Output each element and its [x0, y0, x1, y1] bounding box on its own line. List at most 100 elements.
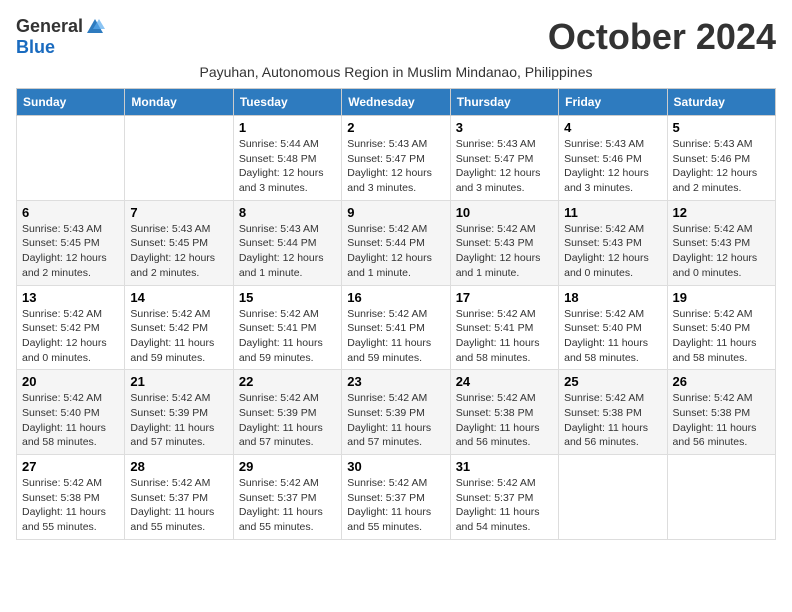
day-number: 19 — [673, 290, 770, 305]
day-info: Sunrise: 5:42 AM Sunset: 5:38 PM Dayligh… — [673, 391, 770, 450]
dow-header-saturday: Saturday — [667, 89, 775, 116]
dow-header-sunday: Sunday — [17, 89, 125, 116]
day-info: Sunrise: 5:42 AM Sunset: 5:40 PM Dayligh… — [673, 307, 770, 366]
subtitle: Payuhan, Autonomous Region in Muslim Min… — [16, 64, 776, 80]
day-number: 1 — [239, 120, 336, 135]
day-info: Sunrise: 5:42 AM Sunset: 5:37 PM Dayligh… — [347, 476, 444, 535]
day-number: 14 — [130, 290, 227, 305]
day-info: Sunrise: 5:43 AM Sunset: 5:46 PM Dayligh… — [673, 137, 770, 196]
day-number: 15 — [239, 290, 336, 305]
calendar-cell: 21 Sunrise: 5:42 AM Sunset: 5:39 PM Dayli… — [125, 370, 233, 455]
day-info: Sunrise: 5:42 AM Sunset: 5:41 PM Dayligh… — [347, 307, 444, 366]
dow-header-tuesday: Tuesday — [233, 89, 341, 116]
calendar-cell — [559, 455, 667, 540]
day-number: 24 — [456, 374, 553, 389]
day-info: Sunrise: 5:44 AM Sunset: 5:48 PM Dayligh… — [239, 137, 336, 196]
day-number: 20 — [22, 374, 119, 389]
day-number: 11 — [564, 205, 661, 220]
calendar-cell: 26 Sunrise: 5:42 AM Sunset: 5:38 PM Dayli… — [667, 370, 775, 455]
calendar-cell: 19 Sunrise: 5:42 AM Sunset: 5:40 PM Dayli… — [667, 285, 775, 370]
day-info: Sunrise: 5:43 AM Sunset: 5:47 PM Dayligh… — [456, 137, 553, 196]
day-number: 23 — [347, 374, 444, 389]
dow-header-friday: Friday — [559, 89, 667, 116]
calendar-cell: 4Sunrise: 5:43 AM Sunset: 5:46 PM Daylig… — [559, 116, 667, 201]
day-info: Sunrise: 5:42 AM Sunset: 5:37 PM Dayligh… — [239, 476, 336, 535]
calendar-cell: 2 Sunrise: 5:43 AM Sunset: 5:47 PM Daylig… — [342, 116, 450, 201]
day-number: 30 — [347, 459, 444, 474]
calendar: SundayMondayTuesdayWednesdayThursdayFrid… — [16, 88, 776, 540]
day-info: Sunrise: 5:42 AM Sunset: 5:38 PM Dayligh… — [456, 391, 553, 450]
calendar-cell: 6 Sunrise: 5:43 AM Sunset: 5:45 PM Daylig… — [17, 200, 125, 285]
day-number: 28 — [130, 459, 227, 474]
day-number: 26 — [673, 374, 770, 389]
day-info: Sunrise: 5:42 AM Sunset: 5:40 PM Dayligh… — [22, 391, 119, 450]
calendar-cell: 14 Sunrise: 5:42 AM Sunset: 5:42 PM Dayli… — [125, 285, 233, 370]
dow-header-wednesday: Wednesday — [342, 89, 450, 116]
calendar-cell: 27 Sunrise: 5:42 AM Sunset: 5:38 PM Dayli… — [17, 455, 125, 540]
day-info: Sunrise: 5:42 AM Sunset: 5:42 PM Dayligh… — [22, 307, 119, 366]
calendar-cell: 20 Sunrise: 5:42 AM Sunset: 5:40 PM Dayli… — [17, 370, 125, 455]
day-info: Sunrise: 5:42 AM Sunset: 5:37 PM Dayligh… — [130, 476, 227, 535]
day-number: 8 — [239, 205, 336, 220]
day-info: Sunrise: 5:42 AM Sunset: 5:42 PM Dayligh… — [130, 307, 227, 366]
calendar-cell: 12 Sunrise: 5:42 AM Sunset: 5:43 PM Dayli… — [667, 200, 775, 285]
day-info: Sunrise: 5:43 AM Sunset: 5:46 PM Dayligh… — [564, 137, 661, 196]
calendar-cell: 10 Sunrise: 5:42 AM Sunset: 5:43 PM Dayli… — [450, 200, 558, 285]
calendar-cell: 13 Sunrise: 5:42 AM Sunset: 5:42 PM Dayli… — [17, 285, 125, 370]
logo-blue: Blue — [16, 37, 55, 58]
calendar-cell — [17, 116, 125, 201]
day-number: 9 — [347, 205, 444, 220]
day-number: 21 — [130, 374, 227, 389]
calendar-cell: 16Sunrise: 5:42 AM Sunset: 5:41 PM Dayli… — [342, 285, 450, 370]
calendar-cell: 17 Sunrise: 5:42 AM Sunset: 5:41 PM Dayli… — [450, 285, 558, 370]
day-info: Sunrise: 5:42 AM Sunset: 5:38 PM Dayligh… — [564, 391, 661, 450]
day-info: Sunrise: 5:43 AM Sunset: 5:44 PM Dayligh… — [239, 222, 336, 281]
day-info: Sunrise: 5:42 AM Sunset: 5:43 PM Dayligh… — [673, 222, 770, 281]
calendar-cell: 9 Sunrise: 5:42 AM Sunset: 5:44 PM Daylig… — [342, 200, 450, 285]
day-number: 5 — [673, 120, 770, 135]
day-info: Sunrise: 5:42 AM Sunset: 5:43 PM Dayligh… — [456, 222, 553, 281]
day-number: 27 — [22, 459, 119, 474]
calendar-cell — [125, 116, 233, 201]
calendar-cell: 8 Sunrise: 5:43 AM Sunset: 5:44 PM Daylig… — [233, 200, 341, 285]
day-number: 13 — [22, 290, 119, 305]
calendar-cell: 1 Sunrise: 5:44 AM Sunset: 5:48 PM Daylig… — [233, 116, 341, 201]
day-info: Sunrise: 5:43 AM Sunset: 5:45 PM Dayligh… — [22, 222, 119, 281]
day-info: Sunrise: 5:42 AM Sunset: 5:39 PM Dayligh… — [130, 391, 227, 450]
day-info: Sunrise: 5:43 AM Sunset: 5:45 PM Dayligh… — [130, 222, 227, 281]
day-number: 3 — [456, 120, 553, 135]
day-info: Sunrise: 5:42 AM Sunset: 5:41 PM Dayligh… — [456, 307, 553, 366]
dow-header-thursday: Thursday — [450, 89, 558, 116]
day-number: 6 — [22, 205, 119, 220]
day-number: 25 — [564, 374, 661, 389]
day-number: 12 — [673, 205, 770, 220]
day-number: 10 — [456, 205, 553, 220]
calendar-cell: 3 Sunrise: 5:43 AM Sunset: 5:47 PM Daylig… — [450, 116, 558, 201]
logo: General Blue — [16, 16, 105, 58]
calendar-cell: 30 Sunrise: 5:42 AM Sunset: 5:37 PM Dayli… — [342, 455, 450, 540]
day-number: 29 — [239, 459, 336, 474]
day-info: Sunrise: 5:42 AM Sunset: 5:37 PM Dayligh… — [456, 476, 553, 535]
calendar-cell: 25 Sunrise: 5:42 AM Sunset: 5:38 PM Dayli… — [559, 370, 667, 455]
calendar-cell: 15 Sunrise: 5:42 AM Sunset: 5:41 PM Dayli… — [233, 285, 341, 370]
day-info: Sunrise: 5:42 AM Sunset: 5:43 PM Dayligh… — [564, 222, 661, 281]
dow-header-monday: Monday — [125, 89, 233, 116]
day-number: 22 — [239, 374, 336, 389]
calendar-cell: 23Sunrise: 5:42 AM Sunset: 5:39 PM Dayli… — [342, 370, 450, 455]
calendar-cell: 29 Sunrise: 5:42 AM Sunset: 5:37 PM Dayli… — [233, 455, 341, 540]
calendar-cell: 28 Sunrise: 5:42 AM Sunset: 5:37 PM Dayli… — [125, 455, 233, 540]
calendar-cell — [667, 455, 775, 540]
day-number: 7 — [130, 205, 227, 220]
calendar-cell: 11 Sunrise: 5:42 AM Sunset: 5:43 PM Dayli… — [559, 200, 667, 285]
calendar-cell: 22 Sunrise: 5:42 AM Sunset: 5:39 PM Dayli… — [233, 370, 341, 455]
day-info: Sunrise: 5:42 AM Sunset: 5:44 PM Dayligh… — [347, 222, 444, 281]
day-number: 17 — [456, 290, 553, 305]
day-number: 2 — [347, 120, 444, 135]
day-info: Sunrise: 5:42 AM Sunset: 5:39 PM Dayligh… — [239, 391, 336, 450]
day-info: Sunrise: 5:42 AM Sunset: 5:40 PM Dayligh… — [564, 307, 661, 366]
logo-general: General — [16, 16, 83, 37]
calendar-cell: 5 Sunrise: 5:43 AM Sunset: 5:46 PM Daylig… — [667, 116, 775, 201]
day-info: Sunrise: 5:43 AM Sunset: 5:47 PM Dayligh… — [347, 137, 444, 196]
day-info: Sunrise: 5:42 AM Sunset: 5:41 PM Dayligh… — [239, 307, 336, 366]
day-info: Sunrise: 5:42 AM Sunset: 5:38 PM Dayligh… — [22, 476, 119, 535]
